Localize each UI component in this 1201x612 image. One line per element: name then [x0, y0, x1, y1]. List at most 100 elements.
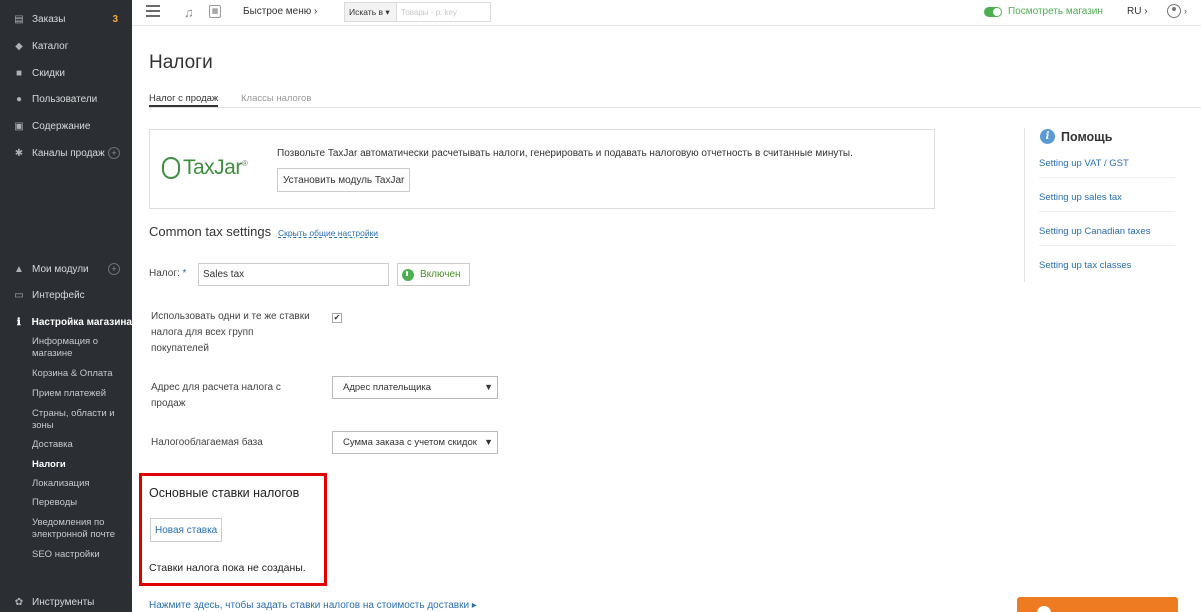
- quick-menu-button[interactable]: Быстрое меню ›: [243, 6, 317, 17]
- taxable-base-label: Налогооблагаемая база: [151, 437, 263, 448]
- sidebar-item-label: Настройка магазина: [31, 316, 132, 328]
- gift-icon: ■: [15, 67, 23, 79]
- search-box: Искать в ▾: [344, 2, 491, 22]
- rates-section-title: Основные ставки налогов: [149, 486, 300, 500]
- shipping-tax-link-label: Нажмите здесь, чтобы задать ставки налог…: [149, 600, 470, 611]
- tax-enabled-toggle[interactable]: Включен: [397, 263, 470, 286]
- bell-icon[interactable]: ♫: [184, 5, 194, 20]
- orders-icon: ▤: [14, 13, 24, 25]
- sidebar-item-my-modules[interactable]: ▲ Мои модули +: [0, 259, 132, 279]
- sidebar-item-label: Каталог: [32, 40, 69, 52]
- sidebar-subitem-seo[interactable]: SEO настройки: [32, 549, 128, 561]
- help-link-tax-classes[interactable]: Setting up tax classes: [1039, 260, 1175, 279]
- tax-name-input[interactable]: [198, 263, 389, 286]
- power-icon: [402, 268, 414, 281]
- channels-icon: ✱: [14, 147, 24, 159]
- add-channel-icon[interactable]: +: [108, 147, 120, 159]
- users-icon: ●: [15, 93, 23, 105]
- taxable-base-value: Сумма заказа с учетом скидок: [343, 437, 477, 448]
- sidebar-item-interface[interactable]: ▭ Интерфейс: [0, 285, 132, 305]
- sidebar-item-sales-channels[interactable]: ✱ Каналы продаж +: [0, 143, 132, 163]
- hide-settings-link[interactable]: Скрыть общие настройки: [278, 228, 378, 238]
- add-module-icon[interactable]: +: [108, 263, 120, 275]
- sidebar-item-label: Заказы: [32, 13, 66, 25]
- help-header: i Помощь: [1040, 129, 1112, 144]
- info-icon: ℹ: [16, 316, 21, 328]
- new-rate-button[interactable]: Новая ставка: [150, 518, 223, 542]
- tax-address-select[interactable]: Адрес плательщика ▼: [332, 376, 498, 399]
- sidebar-item-store-setup[interactable]: ℹ Настройка магазина: [0, 312, 132, 332]
- sidebar-item-label: Интерфейс: [32, 289, 85, 301]
- same-rates-label: Использовать одни и те же ставки налога …: [151, 311, 310, 354]
- sidebar-subitem-countries-zones[interactable]: Страны, области и зоны: [32, 408, 128, 432]
- search-scope-select[interactable]: Искать в ▾: [345, 3, 397, 21]
- top-bar: ♫ ▦ Быстрое меню › Искать в ▾ Посмотреть…: [132, 0, 1201, 26]
- dropdown-arrow-icon: ▼: [481, 377, 493, 398]
- sidebar-subitem-localization[interactable]: Локализация: [32, 478, 128, 490]
- view-store-link[interactable]: Посмотреть магазин: [1008, 6, 1103, 17]
- no-rates-message: Ставки налога пока не созданы.: [149, 562, 306, 574]
- sidebar-item-label: Каналы продаж: [32, 147, 105, 159]
- sidebar-item-label: Скидки: [32, 67, 65, 79]
- taxjar-description: Позвольте TaxJar автоматически расчетыва…: [277, 148, 853, 159]
- sidebar-item-tools[interactable]: ✿ Инструменты: [0, 592, 132, 612]
- sidebar-subitem-taxes[interactable]: Налоги: [32, 459, 128, 471]
- tag-icon: ◆: [15, 40, 23, 52]
- calendar-icon[interactable]: ▦: [209, 5, 221, 18]
- help-panel: i Помощь Setting up VAT / GST Setting up…: [1024, 128, 1176, 282]
- help-title: Помощь: [1061, 129, 1113, 144]
- modules-icon: ▲: [14, 263, 24, 275]
- sidebar-subitem-cart-checkout[interactable]: Корзина & Оплата: [32, 368, 128, 380]
- interface-icon: ▭: [14, 289, 24, 301]
- store-toggle[interactable]: [984, 7, 1002, 17]
- help-link-sales-tax[interactable]: Setting up sales tax: [1039, 192, 1175, 212]
- tax-address-label: Адрес для расчета налога с продаж: [151, 382, 281, 409]
- taxjar-logo-icon: [162, 157, 180, 179]
- sidebar-subitem-shipping[interactable]: Доставка: [32, 439, 128, 451]
- page-title: Налоги: [149, 52, 213, 73]
- sidebar-item-catalog[interactable]: ◆ Каталог: [0, 36, 132, 56]
- search-scope-label: Искать в: [349, 7, 384, 17]
- chevron-right-icon[interactable]: ›: [1184, 6, 1187, 16]
- help-link-canadian-taxes[interactable]: Setting up Canadian taxes: [1039, 226, 1175, 246]
- tab-tax-classes[interactable]: Классы налогов: [241, 93, 311, 104]
- sidebar-item-label: Инструменты: [32, 596, 95, 608]
- help-link-vat[interactable]: Setting up VAT / GST: [1039, 158, 1175, 178]
- tab-sales-tax[interactable]: Налог с продаж: [149, 93, 219, 107]
- sidebar-item-users[interactable]: ● Пользователи: [0, 89, 132, 109]
- menu-icon[interactable]: [146, 5, 160, 17]
- content-icon: ▣: [14, 120, 24, 132]
- sidebar-item-orders[interactable]: ▤ Заказы 3: [0, 9, 132, 29]
- shipping-tax-link[interactable]: Нажмите здесь, чтобы задать ставки налог…: [149, 600, 477, 611]
- user-icon[interactable]: [1167, 4, 1181, 18]
- dropdown-arrow-icon: ▼: [481, 432, 493, 453]
- tools-icon: ✿: [14, 596, 24, 608]
- sidebar: ▤ Заказы 3 ◆ Каталог ■ Скидки ● Пользова…: [0, 0, 132, 612]
- info-icon: i: [1040, 129, 1055, 144]
- taxable-base-select[interactable]: Сумма заказа с учетом скидок ▼: [332, 431, 498, 454]
- language-select[interactable]: RU ›: [1127, 6, 1148, 17]
- sidebar-item-label: Содержание: [32, 120, 91, 132]
- sidebar-subitem-store-info[interactable]: Информация о магазине: [32, 336, 128, 360]
- sidebar-item-label: Мои модули: [32, 263, 89, 275]
- language-label: RU: [1127, 6, 1142, 17]
- taxjar-logo: TaxJar®: [162, 156, 248, 180]
- tax-address-value: Адрес плательщика: [343, 382, 432, 393]
- chat-widget-button[interactable]: [1017, 597, 1178, 612]
- tabs: Налог с продаж Классы налогов: [149, 93, 1201, 108]
- common-settings-title: Common tax settings: [149, 224, 272, 239]
- sidebar-subitem-translations[interactable]: Переводы: [32, 497, 128, 509]
- enabled-label: Включен: [420, 269, 461, 280]
- tax-label: Налог: *: [149, 268, 187, 279]
- same-rates-checkbox[interactable]: ✔: [332, 313, 342, 323]
- sidebar-item-label: Пользователи: [32, 93, 98, 105]
- search-input[interactable]: [401, 3, 489, 21]
- sidebar-subitem-payment-methods[interactable]: Прием платежей: [32, 388, 128, 400]
- orders-count-badge: 3: [112, 13, 118, 25]
- quick-menu-label: Быстрое меню: [243, 6, 312, 17]
- taxjar-banner: TaxJar® Позвольте TaxJar автоматически р…: [149, 129, 935, 209]
- sidebar-item-content[interactable]: ▣ Содержание: [0, 116, 132, 136]
- sidebar-item-discounts[interactable]: ■ Скидки: [0, 63, 132, 83]
- sidebar-subitem-email-notifications[interactable]: Уведомления по электронной почте: [32, 517, 128, 541]
- install-taxjar-button[interactable]: Установить модуль TaxJar: [277, 168, 411, 192]
